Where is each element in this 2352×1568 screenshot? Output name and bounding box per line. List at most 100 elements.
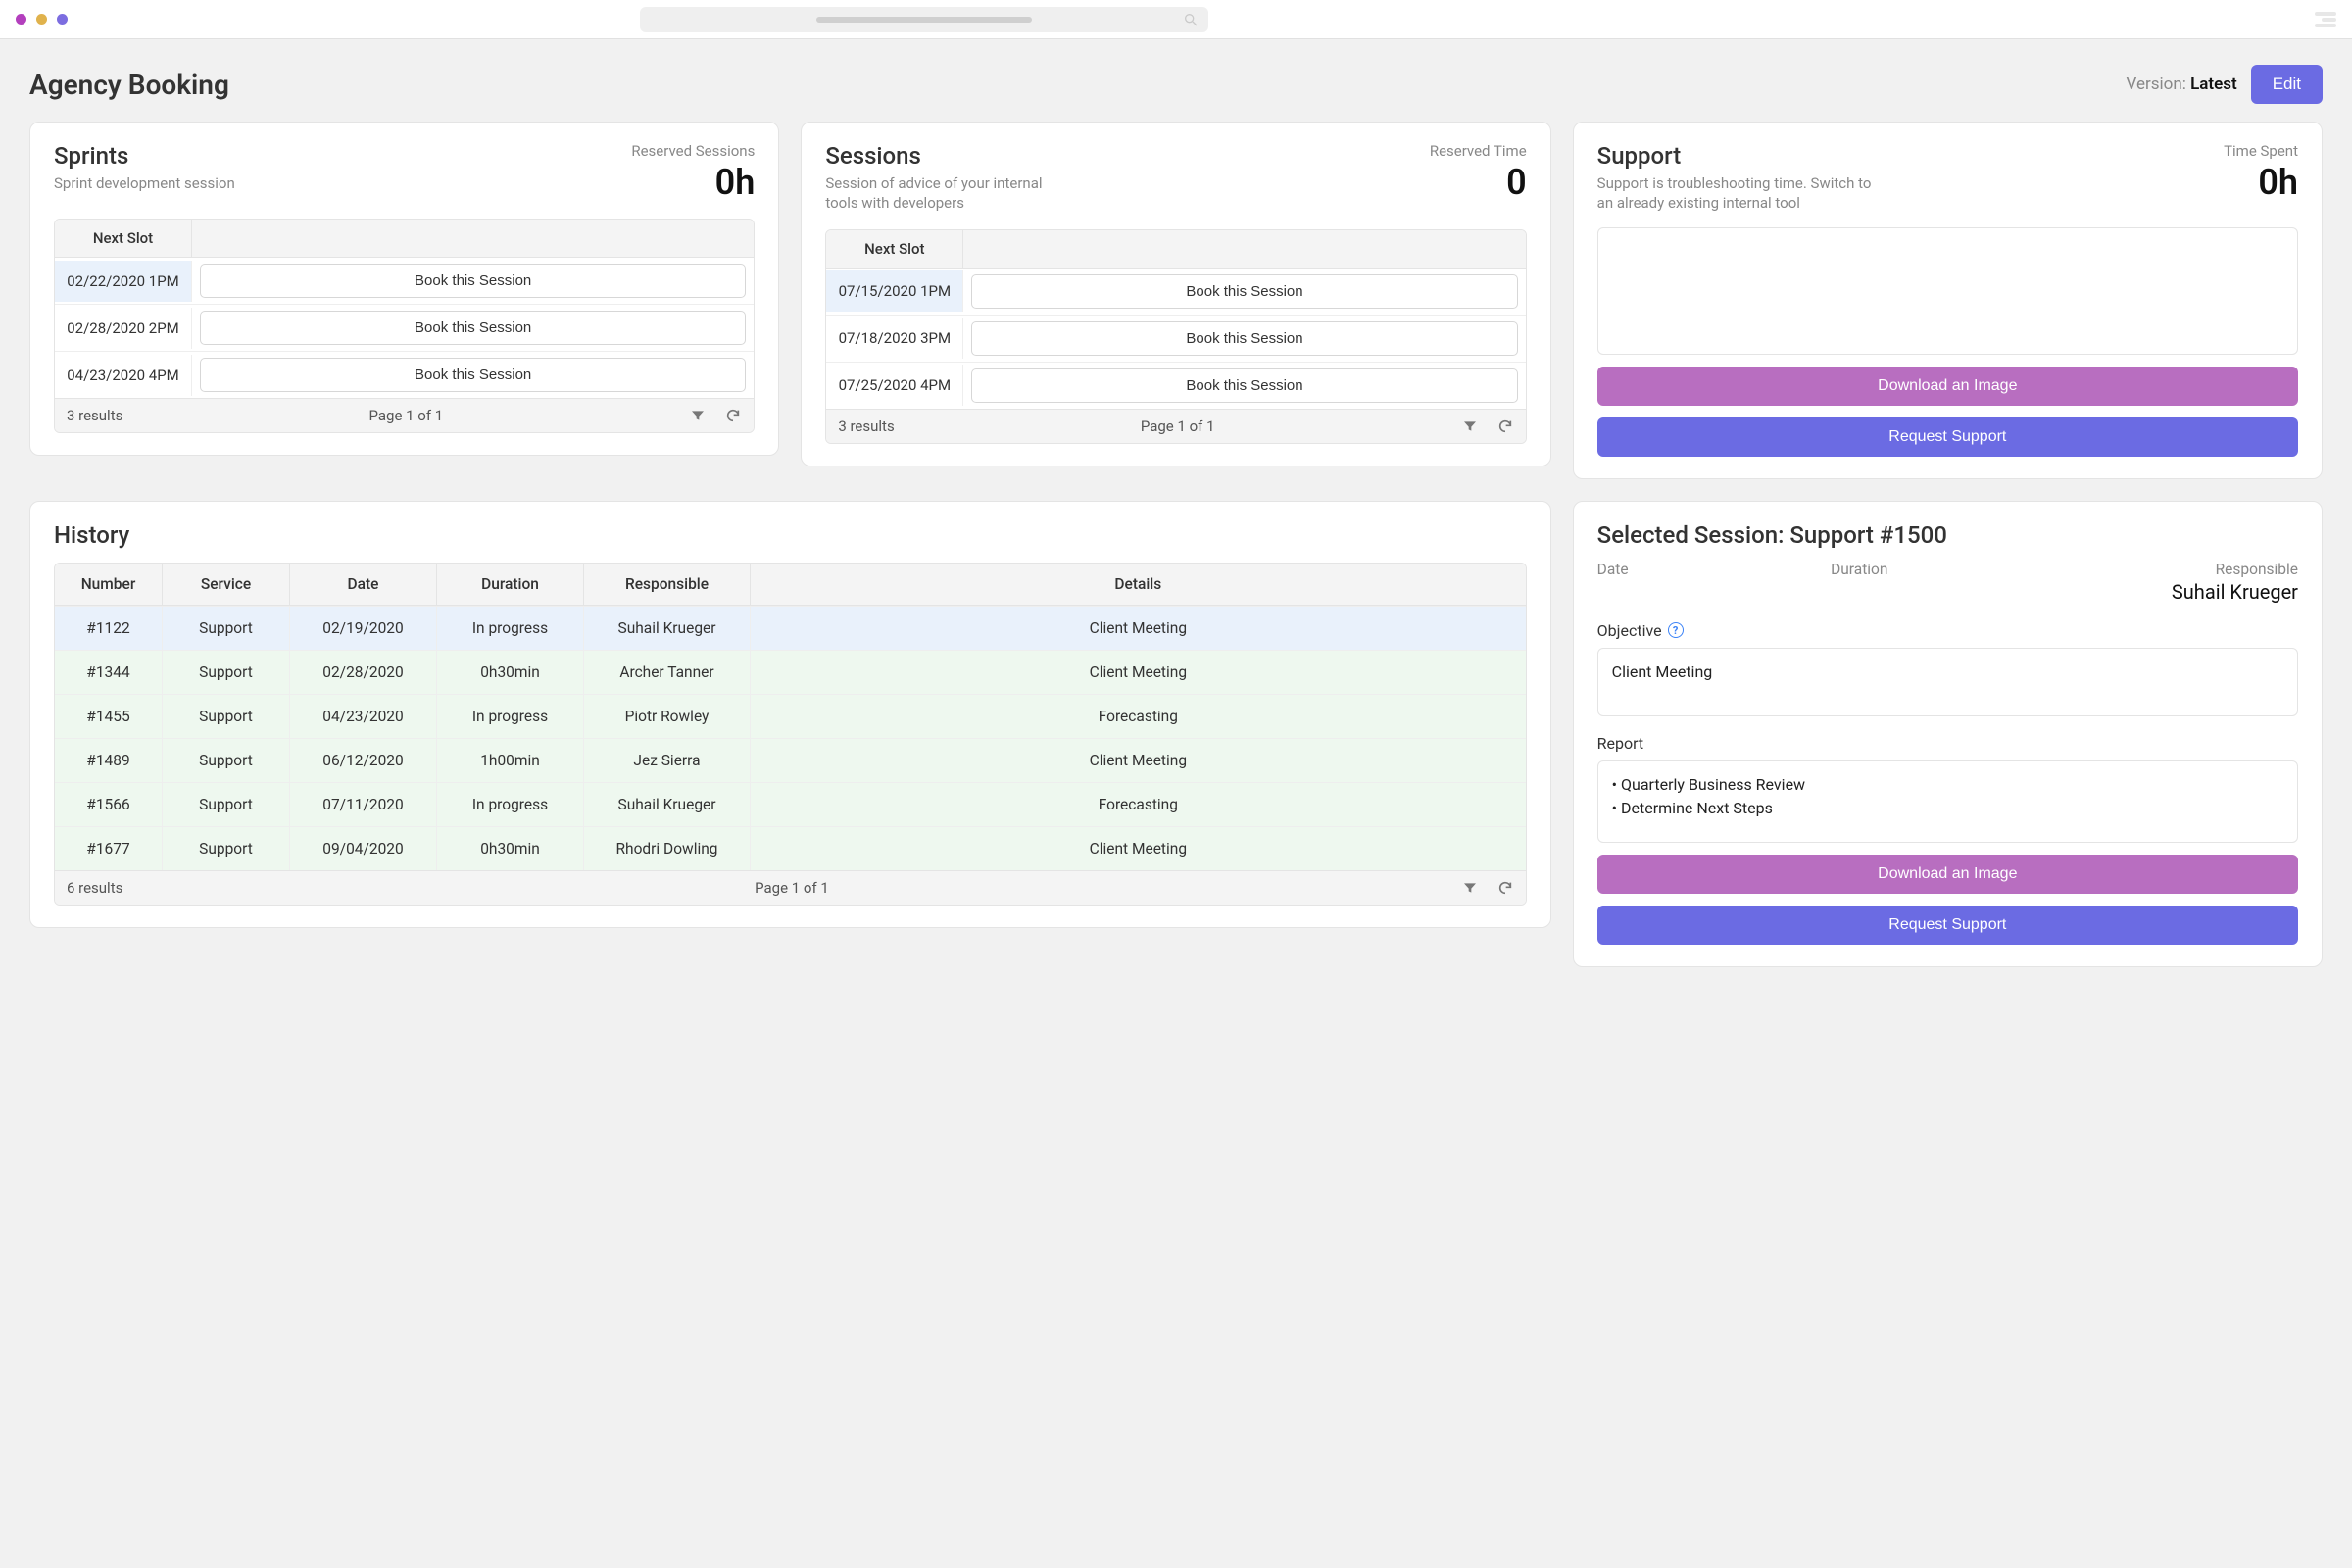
history-cell-duration: 0h30min	[437, 650, 584, 694]
history-cell-responsible: Rhodri Dowling	[584, 826, 751, 870]
support-metric-value: 0h	[2224, 162, 2298, 203]
history-results-text: 6 results	[67, 879, 122, 897]
history-cell-service: Support	[163, 694, 290, 738]
history-cell-details: Forecasting	[751, 782, 1526, 826]
sel-date-label: Date	[1597, 561, 1831, 578]
support-title: Support	[1597, 142, 1872, 170]
sprints-subtitle: Sprint development session	[54, 173, 235, 193]
refresh-icon[interactable]	[1496, 879, 1514, 897]
sprints-pager-text: Page 1 of 1	[368, 407, 443, 424]
version-label-text: Version:	[2127, 74, 2191, 94]
book-session-button[interactable]: Book this Session	[200, 264, 746, 298]
objective-label: Objective ?	[1597, 621, 2298, 640]
slot-datetime: 04/23/2020 4PM	[55, 355, 192, 396]
sprints-title: Sprints	[54, 142, 235, 170]
sessions-subtitle: Session of advice of your internal tools…	[825, 173, 1060, 214]
slot-row: 07/25/2020 4PMBook this Session	[826, 363, 1525, 409]
session-request-button[interactable]: Request Support	[1597, 906, 2298, 945]
objective-field[interactable]: Client Meeting	[1597, 648, 2298, 716]
history-cell-number: #1344	[55, 650, 163, 694]
history-cell-duration: 0h30min	[437, 826, 584, 870]
history-column-header[interactable]: Duration	[437, 564, 584, 605]
history-row[interactable]: #1677Support09/04/20200h30minRhodri Dowl…	[55, 826, 1526, 870]
history-pager-text: Page 1 of 1	[755, 879, 829, 897]
sprints-results-text: 3 results	[67, 407, 122, 424]
history-cell-date: 02/19/2020	[290, 606, 437, 650]
slot-datetime: 02/22/2020 1PM	[55, 261, 192, 302]
search-icon	[1183, 12, 1199, 27]
history-cell-number: #1677	[55, 826, 163, 870]
history-cell-details: Client Meeting	[751, 606, 1526, 650]
filter-icon[interactable]	[1461, 879, 1479, 897]
history-column-header[interactable]: Service	[163, 564, 290, 605]
book-session-button[interactable]: Book this Session	[971, 368, 1517, 403]
history-column-header[interactable]: Responsible	[584, 564, 751, 605]
book-session-button[interactable]: Book this Session	[200, 311, 746, 345]
edit-button[interactable]: Edit	[2251, 65, 2323, 104]
history-column-header[interactable]: Number	[55, 564, 163, 605]
history-cell-details: Client Meeting	[751, 650, 1526, 694]
session-download-button[interactable]: Download an Image	[1597, 855, 2298, 894]
selected-session-title: Selected Session: Support #1500	[1597, 521, 2298, 549]
history-cell-details: Client Meeting	[751, 738, 1526, 782]
book-session-button[interactable]: Book this Session	[971, 274, 1517, 309]
search-input[interactable]	[640, 7, 1208, 32]
sprints-slot-table: Next Slot 02/22/2020 1PMBook this Sessio…	[54, 219, 755, 433]
help-icon[interactable]: ?	[1668, 622, 1684, 638]
version-value: Latest	[2190, 74, 2237, 94]
report-field[interactable]: • Quarterly Business Review• Determine N…	[1597, 760, 2298, 843]
history-cell-details: Client Meeting	[751, 826, 1526, 870]
filter-icon[interactable]	[689, 407, 707, 424]
window-minimize-icon[interactable]	[36, 14, 47, 24]
window-close-icon[interactable]	[16, 14, 26, 24]
history-row[interactable]: #1344Support02/28/20200h30minArcher Tann…	[55, 650, 1526, 694]
history-card: History NumberServiceDateDurationRespons…	[29, 501, 1551, 928]
slot-row: 02/22/2020 1PMBook this Session	[55, 258, 754, 305]
slot-datetime: 07/15/2020 1PM	[826, 270, 963, 312]
support-download-button[interactable]: Download an Image	[1597, 367, 2298, 406]
slot-datetime: 02/28/2020 2PM	[55, 308, 192, 349]
history-column-header[interactable]: Date	[290, 564, 437, 605]
slot-datetime: 07/25/2020 4PM	[826, 365, 963, 406]
menu-icon[interactable]	[2315, 12, 2336, 27]
report-line: • Quarterly Business Review	[1612, 773, 2283, 797]
support-request-button[interactable]: Request Support	[1597, 417, 2298, 457]
filter-icon[interactable]	[1461, 417, 1479, 435]
history-cell-number: #1489	[55, 738, 163, 782]
page-title: Agency Booking	[29, 69, 229, 101]
history-cell-responsible: Jez Sierra	[584, 738, 751, 782]
history-column-header[interactable]: Details	[751, 564, 1526, 605]
book-session-button[interactable]: Book this Session	[200, 358, 746, 392]
history-cell-duration: In progress	[437, 694, 584, 738]
sel-responsible-value: Suhail Krueger	[2065, 580, 2298, 604]
history-row[interactable]: #1455Support04/23/2020In progressPiotr R…	[55, 694, 1526, 738]
version-label: Version: Latest	[2127, 74, 2237, 94]
page-header: Agency Booking Version: Latest Edit	[0, 39, 2352, 122]
sprints-metric-label: Reserved Sessions	[631, 142, 755, 160]
history-cell-number: #1122	[55, 606, 163, 650]
sessions-results-text: 3 results	[838, 417, 894, 435]
history-cell-date: 02/28/2020	[290, 650, 437, 694]
book-session-button[interactable]: Book this Session	[971, 321, 1517, 356]
objective-label-text: Objective	[1597, 621, 1662, 640]
history-row[interactable]: #1122Support02/19/2020In progressSuhail …	[55, 606, 1526, 650]
sessions-title: Sessions	[825, 142, 1060, 170]
history-table: NumberServiceDateDurationResponsibleDeta…	[54, 563, 1527, 906]
history-cell-duration: 1h00min	[437, 738, 584, 782]
history-cell-service: Support	[163, 738, 290, 782]
refresh-icon[interactable]	[1496, 417, 1514, 435]
report-line: • Determine Next Steps	[1612, 797, 2283, 820]
window-zoom-icon[interactable]	[57, 14, 68, 24]
sessions-slot-table: Next Slot 07/15/2020 1PMBook this Sessio…	[825, 229, 1526, 444]
history-cell-responsible: Piotr Rowley	[584, 694, 751, 738]
sel-responsible-label: Responsible	[2065, 561, 2298, 578]
history-row[interactable]: #1489Support06/12/20201h00minJez SierraC…	[55, 738, 1526, 782]
refresh-icon[interactable]	[724, 407, 742, 424]
history-cell-responsible: Archer Tanner	[584, 650, 751, 694]
history-row[interactable]: #1566Support07/11/2020In progressSuhail …	[55, 782, 1526, 826]
history-cell-service: Support	[163, 826, 290, 870]
sessions-metric-value: 0	[1430, 162, 1527, 203]
history-cell-date: 07/11/2020	[290, 782, 437, 826]
sprints-next-slot-header: Next Slot	[55, 220, 192, 257]
support-empty-box	[1597, 227, 2298, 355]
